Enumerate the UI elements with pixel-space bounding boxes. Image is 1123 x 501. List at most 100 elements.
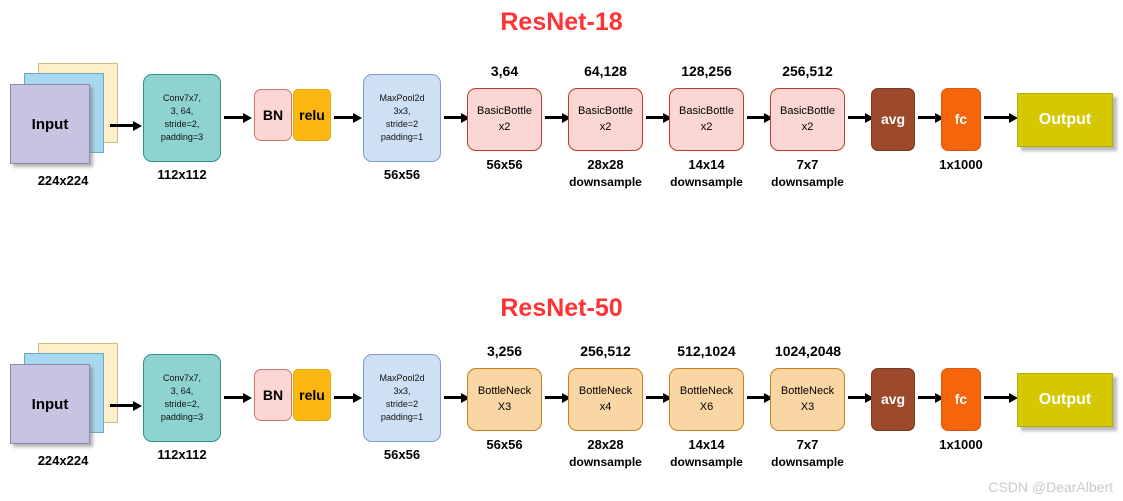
resnet18-diagram: ResNet-18 Input 224x224 Conv7x7, 3, 64, …	[0, 0, 1123, 250]
fc-label: fc	[954, 391, 968, 408]
arrow-input-to-conv	[110, 401, 142, 411]
block4: BasicBottle x2	[770, 88, 845, 151]
input-sheet-front: Input	[10, 364, 90, 444]
arrow-fc-to-output	[984, 113, 1018, 123]
block1-size: 56x56	[486, 437, 523, 452]
fc-block: fc	[941, 368, 981, 431]
avgpool-block: avg	[871, 368, 915, 431]
maxpool-line-3: stride=2	[385, 119, 419, 129]
avgpool-block: avg	[871, 88, 915, 151]
block4-size: 7x7	[796, 157, 819, 172]
output-block: Output	[1017, 373, 1113, 427]
conv-line-1: Conv7x7,	[162, 92, 202, 103]
maxpool-line-4: padding=1	[380, 412, 424, 423]
fc-block: fc	[941, 88, 981, 151]
relu-label: relu	[299, 106, 325, 123]
maxpool-line-1: MaxPool2d	[379, 92, 425, 103]
block3-size: 14x14	[688, 437, 725, 452]
maxpool-line-1: MaxPool2d	[379, 372, 425, 383]
block2-name: BottleNeck	[578, 384, 633, 397]
maxpool2d-block: MaxPool2d 3x3, stride=2 padding=1	[363, 74, 441, 162]
block2-channels: 256,512	[580, 343, 631, 359]
input-caption: 224x224	[37, 173, 89, 188]
block3-name: BottleNeck	[679, 384, 734, 397]
block4-downsample: downsample	[771, 175, 844, 189]
fc-caption: 1x1000	[939, 437, 983, 452]
bn-label: BN	[262, 386, 284, 403]
output-block: Output	[1017, 93, 1113, 147]
conv-caption: 112x112	[157, 447, 207, 462]
conv-caption: 112x112	[157, 167, 207, 182]
bn-block: BN	[254, 89, 292, 141]
block2-size: 28x28	[587, 437, 624, 452]
maxpool2d-block: MaxPool2d 3x3, stride=2 padding=1	[363, 354, 441, 442]
watermark: CSDN @DearAlbert	[988, 479, 1113, 495]
conv-line-1: Conv7x7,	[162, 372, 202, 383]
block3-downsample: downsample	[670, 175, 743, 189]
input-caption: 224x224	[37, 453, 89, 468]
block2-name: BasicBottle	[577, 104, 634, 117]
input-label: Input	[31, 395, 69, 413]
block4: BottleNeck X3	[770, 368, 845, 431]
maxpool-line-4: padding=1	[380, 132, 424, 143]
block1: BottleNeck X3	[467, 368, 542, 431]
input-sheet-front: Input	[10, 84, 90, 164]
block3-repeat: X6	[699, 400, 714, 413]
bn-label: BN	[262, 106, 284, 123]
resnet50-input-stack: Input	[8, 343, 126, 444]
resnet18-title: ResNet-18	[500, 8, 623, 36]
block2: BottleNeck x4	[568, 368, 643, 431]
block1: BasicBottle x2	[467, 88, 542, 151]
block1-size: 56x56	[486, 157, 523, 172]
bn-block: BN	[254, 369, 292, 421]
block4-name: BottleNeck	[780, 384, 835, 397]
resnet50-diagram: ResNet-50 Input 224x224 Conv7x7, 3, 64, …	[0, 290, 1123, 501]
block3-downsample: downsample	[670, 455, 743, 469]
conv-line-2: 3, 64,	[170, 105, 194, 116]
block3: BasicBottle x2	[669, 88, 744, 151]
block3-size: 14x14	[688, 157, 725, 172]
conv7x7-block: Conv7x7, 3, 64, stride=2, padding=3	[143, 354, 221, 442]
conv-line-4: padding=3	[160, 412, 204, 423]
arrow-relu-to-maxpool	[334, 393, 362, 403]
resnet50-title: ResNet-50	[500, 294, 623, 322]
block4-size: 7x7	[796, 437, 819, 452]
block4-repeat: X3	[800, 400, 815, 413]
block4-channels: 256,512	[782, 63, 833, 79]
maxpool-line-2: 3x3,	[393, 105, 411, 116]
arrow-conv-to-bn	[224, 393, 252, 403]
resnet18-input-stack: Input	[8, 63, 126, 164]
fc-caption: 1x1000	[939, 157, 983, 172]
output-label: Output	[1038, 111, 1092, 129]
block2-size: 28x28	[587, 157, 624, 172]
block4-repeat: x2	[801, 120, 814, 133]
maxpool-caption: 56x56	[383, 167, 421, 182]
arrow-fc-to-output	[984, 393, 1018, 403]
conv7x7-block: Conv7x7, 3, 64, stride=2, padding=3	[143, 74, 221, 162]
maxpool-line-2: 3x3,	[393, 385, 411, 396]
conv-line-3: stride=2,	[164, 399, 200, 409]
conv-line-3: stride=2,	[164, 119, 200, 129]
block3-channels: 512,1024	[677, 343, 736, 359]
block4-downsample: downsample	[771, 455, 844, 469]
block1-channels: 3,256	[486, 343, 523, 359]
conv-line-4: padding=3	[160, 132, 204, 143]
arrow-input-to-conv	[110, 121, 142, 131]
block1-name: BottleNeck	[477, 384, 532, 397]
block3-name: BasicBottle	[678, 104, 735, 117]
block1-repeat: X3	[497, 400, 512, 413]
avg-label: avg	[880, 111, 906, 128]
block4-channels: 1024,2048	[774, 343, 842, 359]
block2-downsample: downsample	[569, 175, 642, 189]
block3: BottleNeck X6	[669, 368, 744, 431]
output-label: Output	[1038, 391, 1092, 409]
block4-name: BasicBottle	[779, 104, 836, 117]
block1-channels: 3,64	[490, 63, 519, 79]
block2-repeat: x4	[599, 400, 612, 413]
block1-repeat: x2	[498, 120, 511, 133]
conv-line-2: 3, 64,	[170, 385, 194, 396]
arrow-relu-to-maxpool	[334, 113, 362, 123]
relu-block: relu	[293, 89, 331, 141]
relu-label: relu	[299, 386, 325, 403]
relu-block: relu	[293, 369, 331, 421]
